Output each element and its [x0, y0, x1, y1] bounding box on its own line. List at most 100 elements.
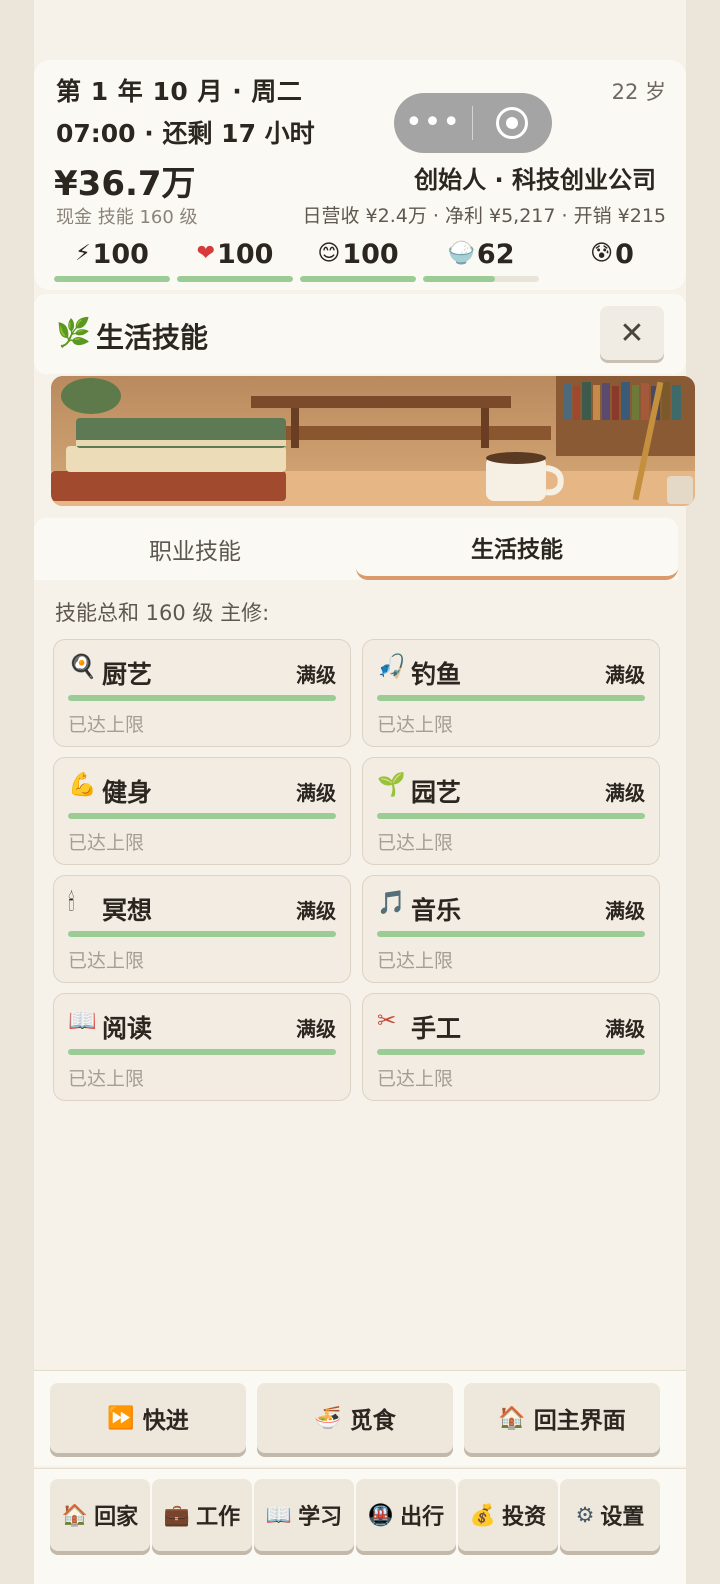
- main-menu-button[interactable]: 🏠 回主界面: [464, 1383, 660, 1453]
- finance-summary: 日营收 ¥2.4万 · 净利 ¥5,217 · 开销 ¥215: [302, 205, 667, 227]
- stats-row: ⚡ 100 ❤ 100 😊 100 🍚 62 😰 0: [54, 235, 674, 285]
- skill-card-gardening[interactable]: 🌱 园艺 满级 已达上限: [362, 757, 660, 865]
- tab-career-skills[interactable]: 职业技能: [34, 518, 356, 580]
- nav-label: 投资: [502, 1505, 547, 1530]
- stat-value: 100: [217, 238, 274, 270]
- skill-level: 满级: [605, 663, 645, 687]
- panel-header: 🌿 生活技能 ✕: [34, 294, 686, 374]
- stat-stress: 😰 0: [554, 235, 670, 285]
- fast-forward-icon: ⏩: [107, 1405, 135, 1431]
- skill-progress-bar: [377, 931, 645, 937]
- fast-forward-button[interactable]: ⏩ 快进: [50, 1383, 246, 1453]
- skill-progress-bar: [68, 813, 336, 819]
- skill-note: 已达上限: [377, 950, 454, 972]
- house-icon: 🏠: [61, 1502, 89, 1527]
- stat-bar: [177, 276, 293, 282]
- action-label: 觅食: [349, 1408, 396, 1434]
- skill-progress-fill: [377, 813, 645, 819]
- noodle-bowl-icon: 🍜: [314, 1405, 342, 1431]
- skill-name: 健身: [102, 778, 153, 807]
- skill-card-fitness[interactable]: 💪 健身 满级 已达上限: [53, 757, 351, 865]
- skill-progress-fill: [377, 1049, 645, 1055]
- skill-card-meditation[interactable]: 🕯 冥想 满级 已达上限: [53, 875, 351, 983]
- hunger-icon: 🍚: [447, 241, 475, 266]
- skill-name: 阅读: [102, 1014, 153, 1043]
- skill-progress-fill: [68, 1049, 336, 1055]
- skill-level: 满级: [296, 781, 336, 805]
- skill-progress-bar: [68, 931, 336, 937]
- stat-bar: [300, 276, 416, 282]
- game-date: 第 1 年 10 月 · 周二: [56, 77, 303, 106]
- stat-mood: 😊 100: [300, 235, 416, 285]
- nav-study[interactable]: 📖 学习: [254, 1479, 354, 1551]
- skill-progress-fill: [68, 931, 336, 937]
- skill-card-reading[interactable]: 📖 阅读 满级 已达上限: [53, 993, 351, 1101]
- action-label: 回主界面: [533, 1408, 626, 1434]
- skill-name: 手工: [411, 1014, 462, 1043]
- skill-progress-fill: [377, 931, 645, 937]
- briefcase-icon: 💼: [163, 1502, 191, 1527]
- skill-name: 园艺: [411, 778, 462, 807]
- skill-progress-fill: [377, 695, 645, 701]
- stat-bar-fill: [177, 276, 293, 282]
- stat-bar-fill: [54, 276, 170, 282]
- cash-skill-caption: 现金 技能 160 级: [56, 207, 198, 228]
- tab-life-skills[interactable]: 生活技能: [356, 518, 678, 580]
- skill-note: 已达上限: [68, 950, 145, 972]
- seedling-icon: 🌱: [377, 772, 406, 798]
- stat-bar-fill: [300, 276, 416, 282]
- skill-card-crafting[interactable]: ✂ 手工 满级 已达上限: [362, 993, 660, 1101]
- nav-home[interactable]: 🏠 回家: [50, 1479, 150, 1551]
- nav-work[interactable]: 💼 工作: [152, 1479, 252, 1551]
- close-button[interactable]: ✕: [600, 306, 664, 360]
- candle-icon: 🕯: [68, 890, 75, 916]
- stat-value: 100: [342, 238, 399, 270]
- skill-progress-bar: [377, 1049, 645, 1055]
- herb-icon: 🌿: [56, 316, 91, 349]
- skill-level: 满级: [296, 663, 336, 687]
- skill-card-music[interactable]: 🎵 音乐 满级 已达上限: [362, 875, 660, 983]
- stat-energy: ⚡ 100: [54, 235, 170, 285]
- more-menu-icon[interactable]: •••: [394, 93, 472, 153]
- metro-icon: 🚇: [367, 1502, 395, 1527]
- skill-name: 音乐: [411, 896, 462, 925]
- frying-pan-icon: 🍳: [68, 654, 97, 680]
- skill-level: 满级: [605, 1017, 645, 1041]
- nav-invest[interactable]: 💰 投资: [458, 1479, 558, 1551]
- skill-card-cooking[interactable]: 🍳 厨艺 满级 已达上限: [53, 639, 351, 747]
- target-icon: [496, 107, 528, 139]
- bottom-nav: 🏠 回家 💼 工作 📖 学习 🚇 出行 💰 投资 ⚙ 设置: [34, 1468, 686, 1584]
- stat-value: 0: [615, 238, 634, 270]
- status-header: 第 1 年 10 月 · 周二 07:00 · 还剩 17 小时 22 岁 ¥3…: [34, 60, 686, 290]
- stat-hunger: 🍚 62: [423, 235, 539, 285]
- close-miniprogram-button[interactable]: [473, 107, 551, 139]
- open-book-icon: 📖: [68, 1008, 97, 1034]
- miniprogram-capsule: •••: [394, 93, 552, 153]
- skill-level: 满级: [296, 1017, 336, 1041]
- open-book-icon: 📖: [265, 1502, 293, 1527]
- stat-bar: [54, 276, 170, 282]
- cash-amount: ¥36.7万: [54, 164, 196, 204]
- money-bag-icon: 💰: [469, 1502, 497, 1527]
- nav-label: 工作: [196, 1505, 241, 1530]
- library-banner-image: [51, 376, 695, 506]
- action-bar: ⏩ 快进 🍜 觅食 🏠 回主界面: [34, 1370, 686, 1466]
- house-icon: 🏠: [498, 1405, 526, 1431]
- nav-settings[interactable]: ⚙ 设置: [560, 1479, 660, 1551]
- nav-label: 设置: [600, 1505, 645, 1530]
- skill-progress-bar: [68, 695, 336, 701]
- stress-icon: 😰: [590, 241, 614, 266]
- skill-note: 已达上限: [68, 1068, 145, 1090]
- forage-button[interactable]: 🍜 觅食: [257, 1383, 453, 1453]
- skill-level: 满级: [605, 899, 645, 923]
- skill-level: 满级: [605, 781, 645, 805]
- nav-label: 出行: [400, 1505, 445, 1530]
- stat-value: 100: [92, 238, 149, 270]
- skill-card-fishing[interactable]: 🎣 钓鱼 满级 已达上限: [362, 639, 660, 747]
- nav-travel[interactable]: 🚇 出行: [356, 1479, 456, 1551]
- stat-bar-fill: [423, 276, 495, 282]
- health-icon: ❤: [196, 241, 216, 266]
- panel-title: 生活技能: [96, 321, 209, 354]
- fishing-icon: 🎣: [377, 654, 406, 680]
- muscle-icon: 💪: [68, 772, 97, 798]
